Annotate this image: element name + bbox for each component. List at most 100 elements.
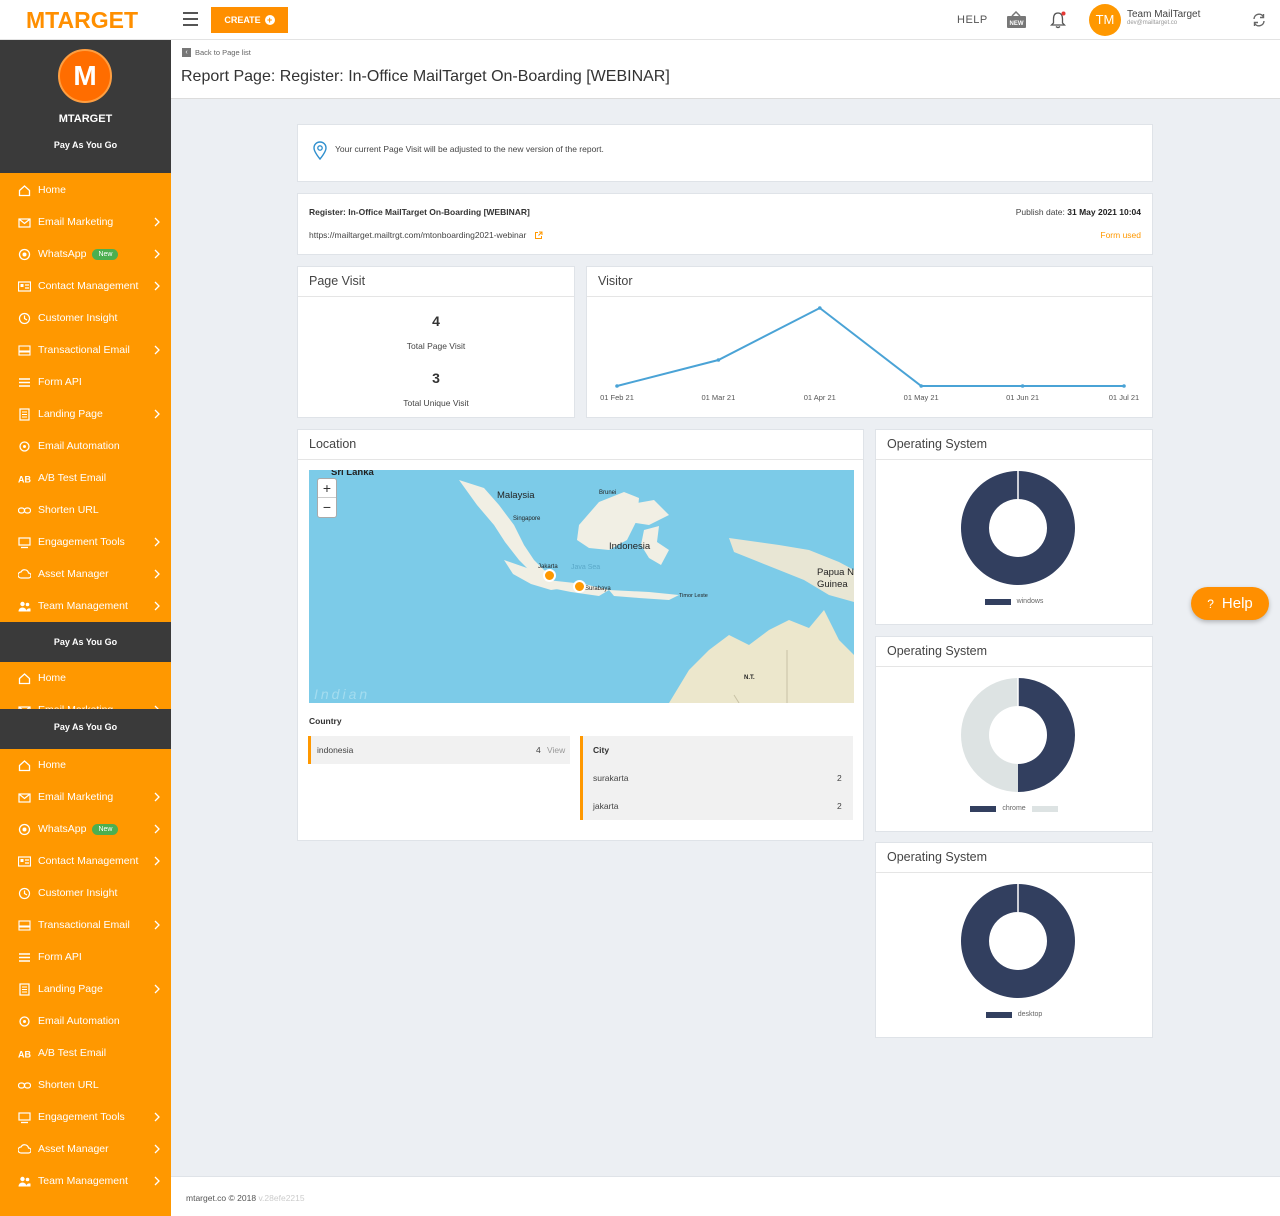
sidebar-item-engagement-tools[interactable]: Engagement Tools	[0, 1101, 171, 1133]
page-url-link[interactable]: https://mailtarget.mailtrgt.com/mtonboar…	[309, 230, 543, 240]
sidebar-item-email-marketing[interactable]: Email Marketing	[0, 781, 171, 813]
chevron-right-icon	[154, 792, 160, 802]
location-pin-icon	[313, 141, 327, 161]
os-donut-chart	[960, 471, 1075, 585]
whatsapp-icon	[18, 823, 31, 835]
sidebar: M MTARGET Pay As You Go Home Email Market…	[0, 40, 171, 1216]
visitor-data-point[interactable]	[818, 306, 822, 310]
user-avatar[interactable]: TM	[1089, 4, 1121, 36]
sidebar-item-shorten-url[interactable]: Shorten URL	[0, 494, 171, 526]
publish-date: Publish date: 31 May 2021 10:04	[1016, 207, 1141, 217]
contact-card-icon	[18, 280, 31, 292]
sidebar-item-home[interactable]: Home	[0, 749, 171, 781]
sidebar-profile: M MTARGET Pay As You Go	[0, 40, 171, 173]
svg-text:MTARGET: MTARGET	[26, 7, 138, 33]
sidebar-item-contact-management[interactable]: Contact Management	[0, 845, 171, 877]
page-url[interactable]: https://mailtarget.mailtrgt.com/mtonboar…	[309, 230, 526, 240]
sidebar-item-team-management[interactable]: Team Management	[0, 590, 171, 622]
help-button[interactable]: ? Help	[1191, 587, 1269, 620]
chevron-right-icon	[154, 984, 160, 994]
back-to-page-list-link[interactable]: ‹ Back to Page list	[182, 48, 251, 57]
sidebar-item-landing-page[interactable]: Landing Page	[0, 973, 171, 1005]
chevron-right-icon	[154, 409, 160, 419]
sidebar-item-transactional-email[interactable]: Transactional Email	[0, 909, 171, 941]
map-marker[interactable]	[573, 580, 586, 593]
sidebar-item-team-management[interactable]: Team Management	[0, 1165, 171, 1197]
visitor-data-point[interactable]	[615, 384, 619, 388]
brand-avatar: M	[58, 49, 112, 103]
sidebar-item-shorten-url[interactable]: Shorten URL	[0, 1069, 171, 1101]
sidebar-item-asset-manager[interactable]: Asset Manager	[0, 558, 171, 590]
notification-bell-icon[interactable]	[1050, 11, 1066, 29]
form-used-link[interactable]: Form used	[1100, 230, 1141, 240]
visitor-data-point[interactable]	[716, 358, 721, 362]
sidebar-item-label: Customer Insight	[38, 312, 118, 324]
visitor-data-point[interactable]	[919, 384, 923, 388]
location-title: Location	[298, 430, 863, 460]
map-label: Timor Leste	[679, 593, 708, 599]
country-row[interactable]: indonesia 4 View	[308, 736, 570, 764]
sidebar-item-landing-page[interactable]: Landing Page	[0, 398, 171, 430]
visitor-data-point[interactable]	[1020, 384, 1025, 388]
map-label: Indonesia	[609, 541, 651, 552]
sync-icon[interactable]	[1251, 12, 1267, 28]
zoom-in-button[interactable]: +	[318, 479, 336, 498]
location-map[interactable]: + − Sri Lanka Malaysia Brunei Singapore …	[309, 470, 854, 703]
legend-label: desktop	[1017, 1011, 1043, 1018]
sidebar-item-label: Email Marketing	[38, 791, 114, 803]
sidebar-item-a-b-test-email[interactable]: AB A/B Test Email	[0, 462, 171, 494]
plan-name: Pay As You Go	[53, 637, 118, 647]
donut-slice[interactable]	[1018, 678, 1075, 792]
sidebar-item-email-automation[interactable]: Email Automation	[0, 430, 171, 462]
sidebar-item-customer-insight[interactable]: Customer Insight	[0, 302, 171, 334]
user-name[interactable]: Team MailTarget	[1127, 9, 1200, 20]
sidebar-item-label: Form API	[38, 376, 82, 388]
sidebar-item-transactional-email[interactable]: Transactional Email	[0, 334, 171, 366]
chevron-right-icon	[154, 569, 160, 579]
sidebar-item-a-b-test-email[interactable]: AB A/B Test Email	[0, 1037, 171, 1069]
os-card: Operating System desktop	[875, 842, 1153, 1038]
sidebar-item-label: WhatsApp	[38, 248, 87, 260]
chevron-right-icon	[154, 1144, 160, 1154]
mtarget-logo[interactable]: MTARGET	[26, 6, 146, 34]
donut-slice[interactable]	[961, 678, 1018, 792]
sidebar-item-home[interactable]: Home	[0, 662, 171, 694]
external-link-icon[interactable]	[534, 231, 543, 240]
form-icon	[19, 952, 30, 962]
sidebar-item-label: Form API	[38, 951, 82, 963]
email-icon	[18, 217, 31, 228]
sidebar-item-email-automation[interactable]: Email Automation	[0, 1005, 171, 1037]
sidebar-item-whatsapp[interactable]: WhatsApp New	[0, 238, 171, 270]
menu-toggle-icon[interactable]	[183, 12, 198, 26]
sidebar-item-label: Shorten URL	[38, 1079, 99, 1091]
visitor-data-point[interactable]	[1122, 384, 1126, 388]
sidebar-item-form-api[interactable]: Form API	[0, 941, 171, 973]
x-tick-label: 01 Mar 21	[702, 393, 736, 402]
legend-swatch	[970, 805, 997, 812]
sidebar-item-engagement-tools[interactable]: Engagement Tools	[0, 526, 171, 558]
create-button[interactable]: CREATE +	[211, 7, 288, 33]
user-email: dev@mailtarget.co	[1127, 20, 1178, 26]
sidebar-item-customer-insight[interactable]: Customer Insight	[0, 877, 171, 909]
sidebar-item-contact-management[interactable]: Contact Management	[0, 270, 171, 302]
legend-swatch	[985, 1011, 1012, 1018]
sidebar-item-email-marketing[interactable]: Email Marketing	[0, 694, 171, 709]
sidebar-item-home[interactable]: Home	[0, 174, 171, 206]
sidebar-item-label: Email Marketing	[38, 216, 114, 228]
sidebar-item-email-marketing[interactable]: Email Marketing	[0, 206, 171, 238]
help-link[interactable]: HELP	[957, 14, 988, 26]
new-feature-icon[interactable]: NEW	[1006, 11, 1027, 29]
chevron-right-icon	[154, 856, 160, 866]
home-icon	[18, 672, 31, 684]
zoom-out-button[interactable]: −	[318, 498, 336, 517]
landing-page-icon	[19, 407, 30, 421]
map-marker[interactable]	[543, 569, 556, 582]
os-donut-chart	[961, 678, 1075, 792]
view-city-link[interactable]: View	[547, 745, 565, 755]
new-badge: New	[92, 823, 119, 835]
total-unique-visit-label: Total Unique Visit	[403, 398, 469, 408]
sidebar-item-asset-manager[interactable]: Asset Manager	[0, 1133, 171, 1165]
sidebar-item-form-api[interactable]: Form API	[0, 366, 171, 398]
city-count: 2	[837, 773, 842, 783]
sidebar-item-whatsapp[interactable]: WhatsApp New	[0, 813, 171, 845]
